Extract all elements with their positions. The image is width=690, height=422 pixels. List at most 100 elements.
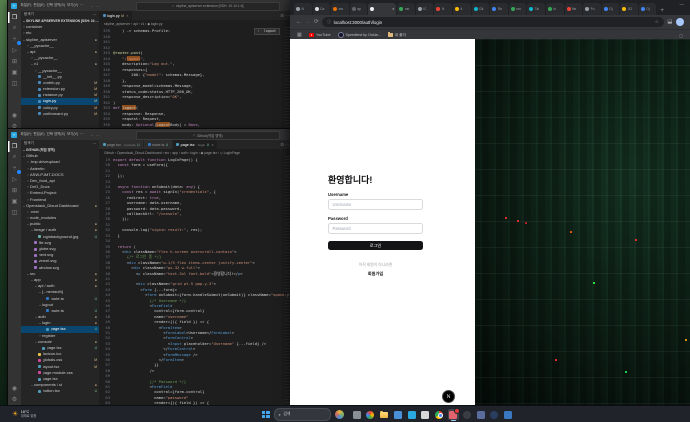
bookmark-youtube[interactable]: YouTube: [309, 33, 331, 37]
signup-link[interactable]: 회원가입: [328, 271, 423, 277]
extensions-icon[interactable]: ⊞: [8, 185, 21, 196]
search-icon[interactable]: ⌕: [8, 23, 21, 34]
browser-tab[interactable]: ×: [368, 3, 397, 15]
command-center-search[interactable]: ⌕ skyline_apiserver extension [SSH: 10.1…: [135, 1, 280, 11]
cloud-app-icon[interactable]: [447, 408, 460, 421]
login-button[interactable]: 로그인: [328, 241, 423, 250]
close-icon[interactable]: ×: [126, 14, 128, 18]
explorer-icon[interactable]: ❐: [8, 141, 21, 152]
dev-app-icon[interactable]: [475, 409, 486, 420]
browser-tab[interactable]: N: [294, 3, 312, 15]
breadcrumb[interactable]: skyline_apiserver › api › v1 › ◆ login.p…: [99, 20, 292, 27]
bookmark-folder[interactable]: 새 폴더: [387, 32, 406, 38]
vscode-window-github[interactable]: ‹› 파일(F) 편집(E) 선택 영역(S) 보기(V) ⋯ ← → ⌕ Github…: [7, 128, 293, 406]
close-icon[interactable]: ×: [392, 7, 394, 11]
password-input[interactable]: Password: [328, 223, 423, 234]
menu-item[interactable]: ⋯: [79, 132, 85, 136]
vscode-icon[interactable]: [406, 409, 417, 420]
find-widget[interactable]: › logout: [253, 28, 280, 35]
vscode-window-skyline[interactable]: ‹› 파일(F) 편집(E) 선택 영역(S) 보기(V) ⋯ ← → ⌕ skylin…: [7, 0, 293, 133]
apps-grid-icon[interactable]: ▦: [297, 32, 302, 38]
menu-item[interactable]: 파일(F): [20, 132, 33, 136]
nav-arrows[interactable]: ← →: [90, 132, 99, 137]
start-button[interactable]: [262, 410, 270, 419]
back-icon[interactable]: ←: [296, 19, 302, 25]
bookmark-speedtest[interactable]: Speedtest by Ookla...: [337, 32, 381, 38]
browser-tab[interactable]: IC: [415, 3, 434, 15]
new-tab-button[interactable]: +: [660, 8, 664, 14]
accounts-icon[interactable]: ◉: [8, 110, 21, 121]
taskbar-search[interactable]: ⌕ 검색: [274, 408, 331, 421]
site-info-icon[interactable]: ⓘ: [327, 19, 331, 25]
browser-tab[interactable]: Fu: [583, 3, 601, 15]
menu-item[interactable]: 파일(F): [20, 3, 33, 7]
nextjs-dev-badge[interactable]: N: [442, 390, 455, 403]
mail-app-icon[interactable]: [392, 409, 403, 420]
browser-tab[interactable]: Ru: [490, 3, 508, 15]
browser-tab[interactable]: ap: [349, 3, 368, 15]
profile-avatar[interactable]: [676, 18, 684, 26]
photos-app-icon[interactable]: [503, 409, 514, 420]
menu-item[interactable]: 보기(V): [66, 132, 79, 136]
menu-item[interactable]: 보기(V): [66, 3, 79, 7]
nav-arrows[interactable]: ← →: [90, 3, 99, 8]
browser-tab[interactable]: mo: [508, 3, 527, 15]
editor-tab-route.ts[interactable]: route.ts U: [144, 140, 173, 149]
settings-gear-icon[interactable]: ⚙: [8, 394, 21, 405]
source-control-icon[interactable]: ⑂: [8, 34, 21, 45]
menu-item[interactable]: 편집(E): [32, 3, 45, 7]
browser-tab[interactable]: mo: [397, 3, 415, 15]
browser-tab[interactable]: Oj: [638, 3, 657, 15]
browser-window[interactable]: N Ca mo ap × mo IC N 4 Gk Ru mo Tal lo Ne Fu Oj JO Oj + — ←…: [290, 0, 690, 405]
menu-item[interactable]: 선택 영역(S): [46, 132, 67, 136]
username-input[interactable]: Username: [328, 199, 423, 210]
browser-tab[interactable]: N: [434, 3, 453, 15]
breadcrumb[interactable]: Github › Openstack_Dloud-Dashboard › src…: [99, 149, 292, 156]
accounts-icon[interactable]: ◉: [8, 383, 21, 394]
reading-list-icon[interactable]: ▢: [679, 33, 683, 38]
browser-tab[interactable]: Gk: [471, 3, 490, 15]
explorer-more-icon[interactable]: ⋯: [93, 13, 97, 17]
docker-icon[interactable]: ◫: [8, 78, 21, 89]
menu-item[interactable]: ⋯: [79, 3, 85, 7]
browser-tab[interactable]: Oj: [601, 3, 620, 15]
obs-icon[interactable]: [461, 409, 472, 420]
browser-tab[interactable]: Ca: [312, 3, 331, 15]
browser-tab[interactable]: Ne: [564, 3, 583, 15]
address-bar[interactable]: ⓘ localhost:3000/auth/login ☆: [322, 17, 664, 27]
chrome-icon[interactable]: [434, 409, 445, 420]
notepad-icon[interactable]: [420, 409, 431, 420]
search-highlights-icon[interactable]: [335, 410, 344, 419]
taskbar-weather-widget[interactable]: ☀ 16°C 대체로 맑음: [12, 410, 36, 418]
menu-item[interactable]: 선택 영역(S): [46, 3, 67, 7]
editor-tab-login.py[interactable]: login.py M ×: [99, 11, 133, 20]
docker-icon[interactable]: ◫: [8, 207, 21, 218]
code-editor[interactable]: › logout 339 ) -> schemas.Profile: 340 341…: [99, 27, 292, 132]
browser-tab[interactable]: mo: [331, 3, 349, 15]
forward-icon[interactable]: →: [305, 19, 311, 25]
remote-explorer-icon[interactable]: ▣: [8, 196, 21, 207]
command-center-search[interactable]: ⌕ Github(작업 영역): [135, 130, 280, 140]
browser-tab[interactable]: JO: [620, 3, 638, 15]
run-debug-icon[interactable]: ▷: [8, 45, 21, 56]
extensions-icon[interactable]: ⊞: [8, 56, 21, 67]
browser-tab[interactable]: lo: [545, 3, 564, 15]
steam-icon[interactable]: [489, 409, 500, 420]
explorer-file[interactable]: portforward.py M: [21, 111, 99, 117]
window-minimize-button[interactable]: —: [680, 2, 688, 7]
explorer-more-icon[interactable]: ⋯: [93, 142, 97, 146]
browser-tab[interactable]: Tal: [527, 3, 545, 15]
source-control-icon[interactable]: ⑂: [8, 163, 21, 174]
bookmark-star-icon[interactable]: ☆: [655, 19, 659, 25]
search-icon[interactable]: ⌕: [8, 152, 21, 163]
menu-item[interactable]: 편집(E): [32, 132, 45, 136]
run-debug-icon[interactable]: ▷: [8, 174, 21, 185]
remote-explorer-icon[interactable]: ▣: [8, 67, 21, 78]
browser-tab[interactable]: 4: [453, 3, 471, 15]
close-icon[interactable]: ×: [212, 143, 214, 147]
explorer-file[interactable]: button.tsx U: [21, 388, 99, 394]
edge-browser-icon[interactable]: [365, 409, 376, 420]
file-explorer-icon[interactable]: [379, 409, 390, 420]
editor-tab-page.tsx[interactable]: page.tsx ..\login U ×: [172, 140, 219, 149]
editor-tab-page.tsx[interactable]: page.tsx ..\console U: [99, 140, 145, 149]
